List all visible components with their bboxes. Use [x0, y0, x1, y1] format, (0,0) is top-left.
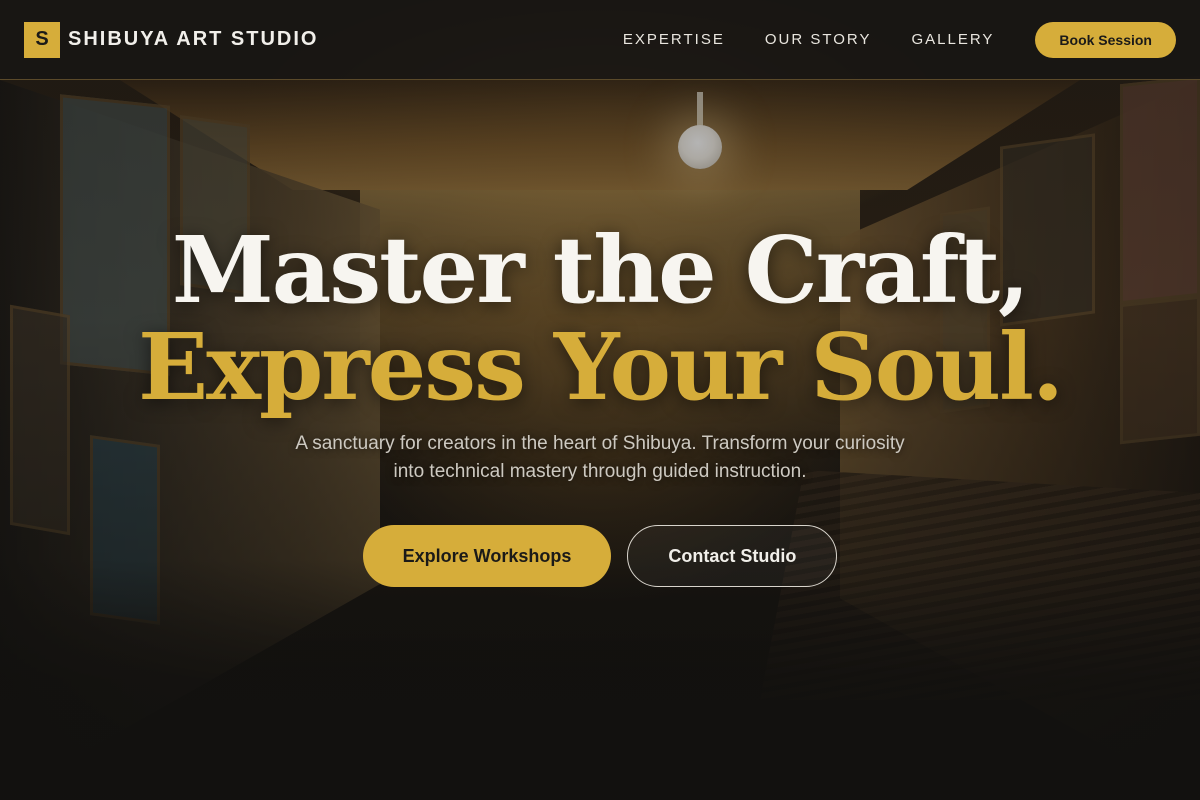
hero-cta-row: Explore Workshops Contact Studio: [0, 525, 1200, 587]
hero-headline-line1: Master the Craft,: [171, 216, 1030, 324]
brand-logo[interactable]: S SHIBUYA ART STUDIO: [24, 21, 319, 58]
site-header: S SHIBUYA ART STUDIO EXPERTISE OUR STORY…: [0, 0, 1200, 80]
brand-mark-icon: S: [24, 21, 60, 58]
hero-subtitle: A sanctuary for creators in the heart of…: [295, 433, 905, 482]
book-session-button[interactable]: Book Session: [1035, 21, 1176, 58]
contact-studio-button[interactable]: Contact Studio: [627, 525, 838, 587]
hero-headline-line2: Express Your Soul.: [137, 313, 1064, 421]
brand-name: SHIBUYA ART STUDIO: [68, 28, 319, 50]
main-nav: EXPERTISE OUR STORY GALLERY Book Session: [623, 21, 1176, 58]
explore-workshops-button[interactable]: Explore Workshops: [362, 525, 612, 587]
hero-section: Master the Craft, Express Your Soul. A s…: [0, 80, 1200, 800]
nav-link-expertise[interactable]: EXPERTISE: [623, 31, 725, 48]
nav-link-our-story[interactable]: OUR STORY: [765, 31, 872, 48]
nav-link-gallery[interactable]: GALLERY: [911, 31, 994, 48]
